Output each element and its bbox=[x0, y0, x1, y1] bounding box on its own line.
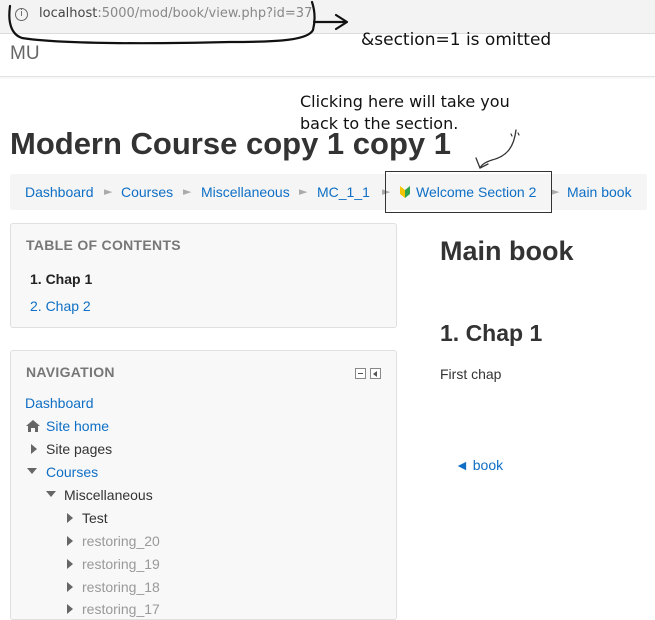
toc-item-chap-2[interactable]: 2. Chap 2 bbox=[30, 298, 91, 314]
nav-item-restoring-18[interactable]: restoring_18 bbox=[82, 578, 160, 596]
site-brand[interactable]: MU bbox=[10, 43, 40, 65]
breadcrumb-miscellaneous[interactable]: Miscellaneous bbox=[201, 184, 290, 200]
chapter-text: First chap bbox=[440, 366, 502, 382]
info-icon[interactable]: i bbox=[15, 8, 28, 21]
nav-item-restoring-20[interactable]: restoring_20 bbox=[82, 532, 160, 550]
nav-item-restoring-19[interactable]: restoring_19 bbox=[82, 555, 160, 573]
annotation-highlight-box bbox=[385, 171, 552, 213]
expand-arrow-icon[interactable] bbox=[67, 582, 73, 592]
address-url[interactable]: localhost:5000/mod/book/view.php?id=37 bbox=[39, 6, 312, 21]
annotation-click-line1: Clicking here will take you bbox=[300, 92, 510, 111]
chapter-title: 1. Chap 1 bbox=[440, 320, 543, 346]
expand-arrow-icon[interactable] bbox=[31, 444, 37, 454]
collapse-arrow-icon[interactable] bbox=[46, 491, 56, 497]
dock-block-icon[interactable] bbox=[370, 368, 381, 379]
breadcrumb-courses[interactable]: Courses bbox=[121, 184, 173, 200]
collapse-arrow-icon[interactable] bbox=[27, 468, 37, 474]
expand-arrow-icon[interactable] bbox=[67, 559, 73, 569]
annotation-arrow-down bbox=[479, 129, 517, 169]
site-header: MU bbox=[0, 34, 655, 77]
navigation-block: NAVIGATION Dashboard Site home Site page… bbox=[10, 350, 397, 620]
toc-block: TABLE OF CONTENTS 1. Chap 1 2. Chap 2 bbox=[10, 223, 397, 328]
annotation-omitted-note: &section=1 is omitted bbox=[361, 30, 552, 50]
breadcrumb-main-book[interactable]: Main book bbox=[567, 184, 632, 200]
home-icon bbox=[26, 420, 40, 432]
url-path: :5000/mod/book/view.php?id=37 bbox=[97, 6, 313, 21]
expand-arrow-icon[interactable] bbox=[67, 513, 73, 523]
nav-item-miscellaneous[interactable]: Miscellaneous bbox=[64, 486, 153, 504]
breadcrumb-separator: ► bbox=[551, 185, 560, 198]
annotation-arrowhead-down bbox=[475, 157, 489, 169]
nav-item-courses[interactable]: Courses bbox=[46, 463, 98, 481]
breadcrumb-dashboard[interactable]: Dashboard bbox=[25, 184, 94, 200]
url-host: localhost bbox=[39, 6, 98, 21]
page-title: Modern Course copy 1 copy 1 bbox=[10, 126, 451, 161]
nav-item-restoring-17[interactable]: restoring_17 bbox=[82, 600, 160, 618]
toc-item-chap-1: 1. Chap 1 bbox=[30, 271, 93, 287]
toc-title: TABLE OF CONTENTS bbox=[26, 237, 181, 253]
expand-arrow-icon[interactable] bbox=[67, 536, 73, 546]
book-title: Main book bbox=[440, 236, 574, 266]
breadcrumb-separator: ► bbox=[299, 185, 308, 198]
collapse-block-icon[interactable] bbox=[355, 368, 366, 379]
browser-address-bar[interactable]: i localhost:5000/mod/book/view.php?id=37 bbox=[0, 0, 655, 34]
annotation-tick-marks bbox=[510, 132, 520, 137]
nav-item-site-home[interactable]: Site home bbox=[46, 417, 109, 435]
nav-item-site-pages[interactable]: Site pages bbox=[46, 440, 112, 458]
back-book-link[interactable]: ◄ book bbox=[455, 457, 503, 473]
nav-item-test[interactable]: Test bbox=[82, 509, 108, 527]
navigation-title: NAVIGATION bbox=[26, 364, 115, 380]
breadcrumb-separator: ► bbox=[183, 185, 192, 198]
breadcrumb-mc-1-1[interactable]: MC_1_1 bbox=[317, 184, 370, 200]
breadcrumb-separator: ► bbox=[104, 185, 113, 198]
nav-item-dashboard[interactable]: Dashboard bbox=[25, 394, 94, 412]
